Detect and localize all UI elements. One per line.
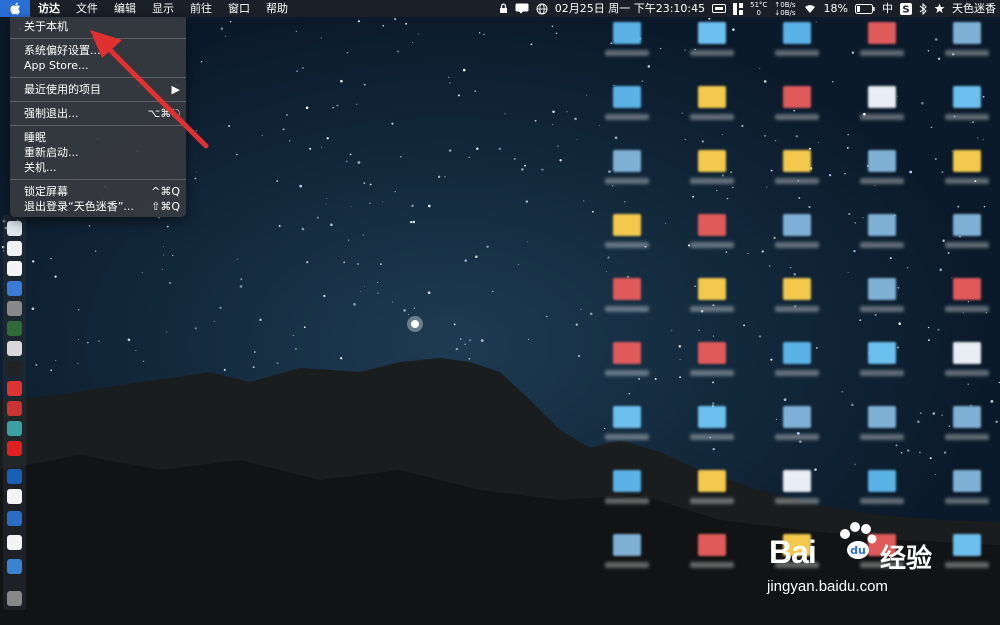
watermark-suffix: 经验 xyxy=(880,544,933,574)
arrow-shaft xyxy=(101,41,209,149)
paw-icon: du xyxy=(840,522,877,559)
watermark-brand: Bai xyxy=(769,534,817,570)
watermark-url: jingyan.baidu.com xyxy=(767,578,888,595)
baidu-watermark: Bai du 经验 jingyan.baidu.com xyxy=(765,520,985,600)
svg-text:du: du xyxy=(850,544,866,557)
